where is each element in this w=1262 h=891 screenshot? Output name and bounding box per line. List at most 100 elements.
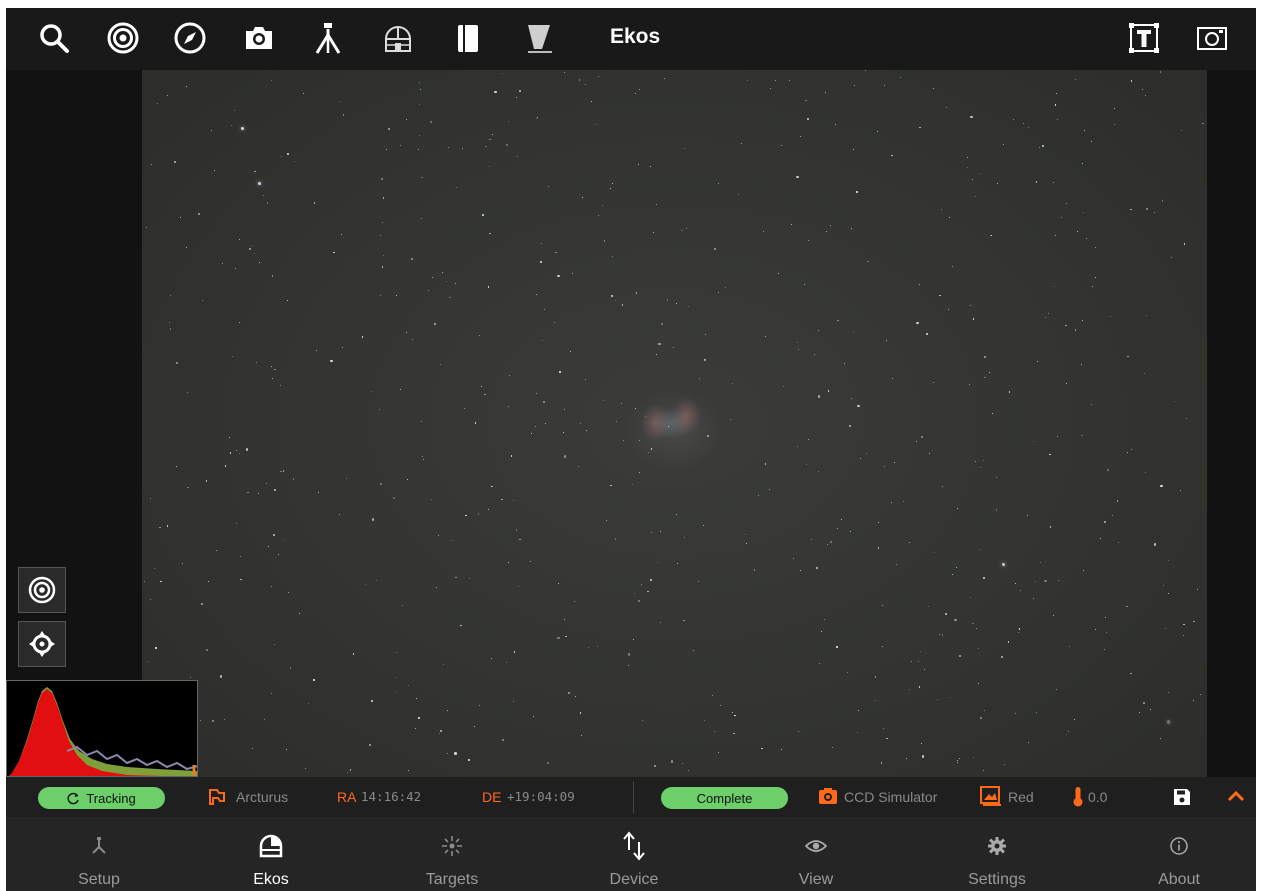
star [501, 498, 503, 501]
star [460, 624, 462, 627]
star [512, 700, 514, 702]
star [940, 209, 942, 211]
observatory-dome-icon[interactable] [380, 20, 416, 56]
star [603, 240, 606, 242]
star [287, 152, 290, 156]
star [494, 90, 497, 93]
star [597, 214, 599, 216]
star [951, 266, 953, 268]
star [769, 88, 771, 90]
star [1085, 237, 1087, 239]
tracking-status-button[interactable]: Tracking [38, 787, 165, 809]
star [369, 744, 371, 746]
target-icon[interactable] [105, 20, 141, 56]
star [221, 262, 223, 264]
filter-book-icon[interactable] [450, 20, 486, 56]
star [1165, 628, 1167, 630]
star [945, 612, 948, 615]
nav-targets[interactable]: Targets [387, 817, 517, 891]
star [559, 371, 561, 373]
star [431, 498, 433, 500]
star [890, 501, 892, 503]
star [1117, 541, 1119, 544]
star [481, 213, 484, 217]
target-center-button[interactable] [18, 567, 66, 613]
flat-panel-icon[interactable] [521, 20, 557, 56]
star [979, 172, 981, 174]
star [266, 482, 268, 484]
star [421, 455, 423, 457]
star [687, 769, 690, 772]
star [972, 179, 974, 180]
star [187, 486, 189, 488]
star [285, 749, 287, 751]
info-icon [1164, 831, 1194, 861]
star [381, 266, 384, 268]
star [490, 658, 492, 660]
star [287, 592, 289, 594]
star [307, 703, 310, 705]
star [1068, 731, 1070, 733]
star [704, 359, 706, 361]
save-icon[interactable] [1173, 788, 1191, 806]
star [948, 309, 950, 311]
star [536, 117, 538, 119]
tripod-icon[interactable] [310, 20, 346, 56]
nav-device[interactable]: Device [569, 817, 699, 891]
star [272, 275, 274, 277]
star [824, 618, 826, 620]
star [270, 79, 272, 81]
text-overlay-icon[interactable] [1126, 20, 1162, 56]
star [507, 121, 509, 123]
star [465, 514, 467, 517]
star [330, 360, 333, 363]
star [418, 104, 420, 106]
star [247, 491, 249, 493]
star [558, 583, 560, 585]
star [381, 178, 383, 180]
app-frame: Ekos Tracking Arcturus RA 14:16:42 DE +1… [6, 8, 1256, 891]
star [258, 261, 260, 263]
star [1027, 741, 1030, 744]
camera-icon[interactable] [241, 20, 277, 56]
star [1084, 129, 1086, 131]
star [834, 124, 836, 126]
nav-setup[interactable]: Setup [34, 817, 164, 891]
star [442, 663, 444, 665]
capture-status-button[interactable]: Complete [661, 787, 788, 809]
star [406, 479, 408, 481]
chevron-up-icon[interactable] [1227, 790, 1245, 802]
nav-settings[interactable]: Settings [932, 817, 1062, 891]
star [941, 634, 943, 636]
nav-view[interactable]: View [751, 817, 881, 891]
frame-icon[interactable] [1194, 20, 1230, 56]
histogram[interactable] [6, 680, 198, 777]
nav-ekos[interactable]: Ekos [206, 817, 336, 891]
star [536, 393, 537, 395]
nav-about[interactable]: About [1114, 817, 1244, 891]
fits-image-viewer[interactable] [6, 70, 1256, 777]
thermometer-icon [1073, 787, 1083, 807]
star [733, 732, 735, 734]
star [564, 455, 567, 458]
star [418, 81, 420, 83]
star [155, 647, 157, 649]
star [614, 538, 617, 540]
star [479, 704, 481, 706]
star [713, 248, 717, 251]
star [621, 304, 624, 306]
search-icon[interactable] [36, 20, 72, 56]
star [393, 497, 396, 500]
compass-icon[interactable] [172, 20, 208, 56]
star [609, 187, 612, 190]
star [579, 422, 581, 424]
star [836, 527, 839, 530]
star [968, 384, 970, 386]
star [936, 698, 938, 700]
star [933, 552, 935, 554]
star [797, 446, 799, 448]
crosshair-button[interactable] [18, 621, 66, 667]
star [806, 463, 808, 465]
star [1004, 764, 1006, 766]
star [1130, 672, 1132, 674]
